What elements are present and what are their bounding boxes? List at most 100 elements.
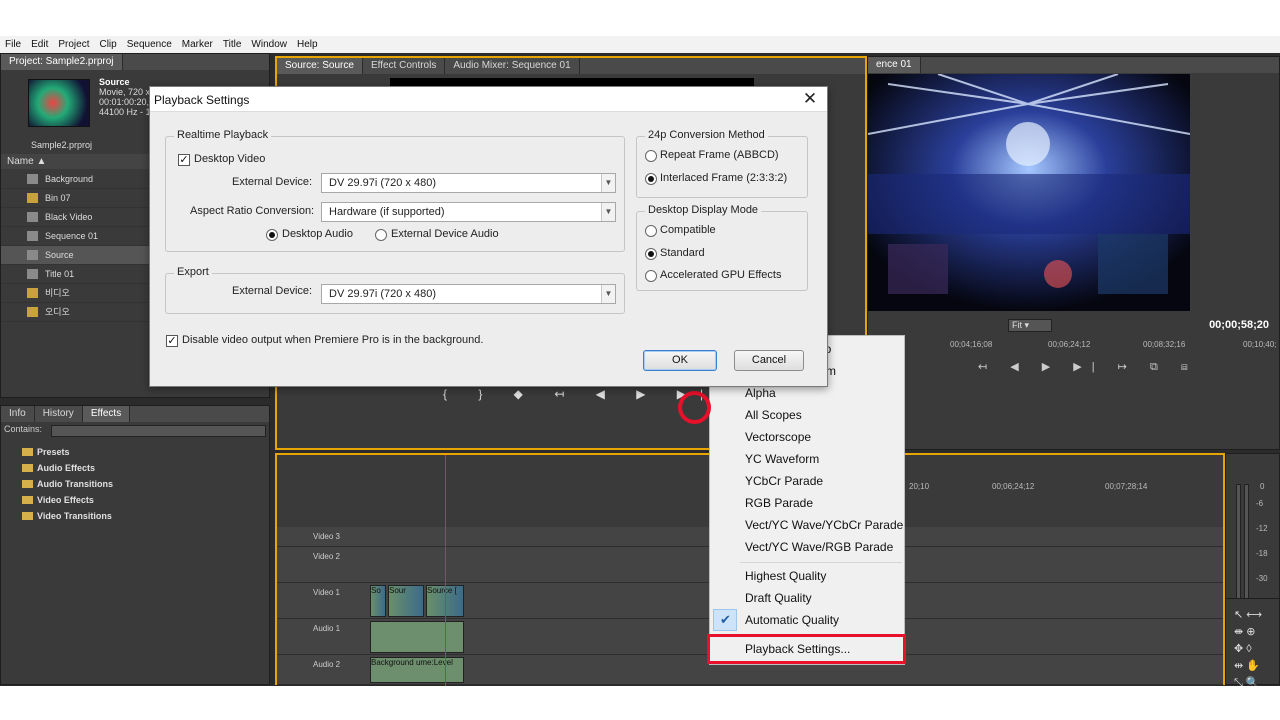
video-icon bbox=[27, 212, 38, 222]
playhead[interactable] bbox=[445, 455, 446, 687]
menu-item-vect-rgb[interactable]: Vect/YC Wave/RGB Parade bbox=[710, 536, 904, 558]
name-header-label: Name bbox=[7, 156, 34, 167]
standard-radio[interactable] bbox=[645, 248, 657, 260]
menu-window[interactable]: Window bbox=[246, 39, 292, 50]
chevron-down-icon: ▼ bbox=[601, 203, 615, 221]
effects-folder-label: Audio Effects bbox=[37, 463, 96, 473]
external-device-audio-radio[interactable] bbox=[375, 229, 387, 241]
project-tabbar: Project: Sample2.prproj bbox=[1, 54, 269, 70]
menu-item-label: Vect/YC Wave/YCbCr Parade bbox=[745, 518, 904, 532]
select-value: DV 29.97i (720 x 480) bbox=[329, 177, 437, 189]
zoom-fit-select[interactable]: Fit ▾ bbox=[1008, 319, 1052, 332]
effects-folder[interactable]: Video Transitions bbox=[1, 508, 269, 524]
tab-source[interactable]: Source: Source bbox=[277, 58, 363, 74]
standard-label: Standard bbox=[660, 247, 705, 259]
close-icon[interactable]: ✕ bbox=[801, 90, 819, 108]
desktop-video-checkbox[interactable]: ✓ bbox=[178, 154, 190, 166]
clip-info-line: Movie, 720 x bbox=[99, 87, 151, 97]
program-transport-controls[interactable]: ↤ ◀ ▶ ▶| ↦ ⧉ ⧈ bbox=[978, 360, 1198, 374]
effects-panel: Info History Effects Contains: Presets A… bbox=[0, 405, 270, 685]
export-device-select[interactable]: DV 29.97i (720 x 480) ▼ bbox=[321, 284, 616, 304]
meter-scale-label: -12 bbox=[1256, 524, 1268, 533]
menu-item-label: Highest Quality bbox=[745, 569, 827, 583]
item-label: Title 01 bbox=[45, 269, 75, 279]
menu-item-ycbcr-parade[interactable]: YCbCr Parade bbox=[710, 470, 904, 492]
folder-icon bbox=[22, 512, 33, 520]
interlaced-frame-radio[interactable] bbox=[645, 173, 657, 185]
tab-info[interactable]: Info bbox=[1, 406, 35, 422]
tab-effect-controls[interactable]: Effect Controls bbox=[363, 58, 446, 74]
menu-item-automatic-quality[interactable]: ✔ Automatic Quality bbox=[710, 609, 904, 631]
folder-icon bbox=[22, 448, 33, 456]
effects-folder[interactable]: Audio Effects bbox=[1, 460, 269, 476]
contains-input[interactable] bbox=[51, 425, 266, 437]
menu-edit[interactable]: Edit bbox=[26, 39, 53, 50]
cancel-button[interactable]: Cancel bbox=[734, 350, 804, 371]
clip-label: Sour bbox=[389, 586, 406, 595]
menu-title[interactable]: Title bbox=[218, 39, 247, 50]
track-label: Audio 1 bbox=[313, 624, 341, 633]
aspect-ratio-select[interactable]: Hardware (if supported) ▼ bbox=[321, 202, 616, 222]
sequence-icon bbox=[27, 231, 38, 241]
menu-item-draft-quality[interactable]: Draft Quality bbox=[710, 587, 904, 609]
compatible-radio[interactable] bbox=[645, 225, 657, 237]
tab-audio-mixer[interactable]: Audio Mixer: Sequence 01 bbox=[445, 58, 580, 74]
timeline-clip[interactable]: Sour bbox=[388, 585, 424, 617]
disable-output-label: Disable video output when Premiere Pro i… bbox=[182, 334, 484, 346]
menu-item-all-scopes[interactable]: All Scopes bbox=[710, 404, 904, 426]
playback-settings-dialog: Playback Settings ✕ Realtime Playback ✓ … bbox=[149, 86, 828, 387]
tab-project[interactable]: Project: Sample2.prproj bbox=[1, 54, 123, 70]
menu-item-vect-ycbcr[interactable]: Vect/YC Wave/YCbCr Parade bbox=[710, 514, 904, 536]
program-ruler-tick: 00;08;32;16 bbox=[1143, 340, 1186, 349]
group-title: Desktop Display Mode bbox=[645, 204, 762, 216]
menu-help[interactable]: Help bbox=[292, 39, 323, 50]
program-timecode: 00;00;58;20 bbox=[1209, 319, 1269, 331]
interlaced-frame-label: Interlaced Frame (2:3:3:2) bbox=[660, 172, 788, 184]
clip-info-line: 00:01:00:20, bbox=[99, 97, 150, 107]
clip-info-line: 44100 Hz - 16 bbox=[99, 107, 156, 117]
item-label: 비디오 bbox=[45, 288, 70, 298]
timeline-audio-clip[interactable]: Background ume:Level bbox=[370, 657, 464, 683]
tab-history[interactable]: History bbox=[35, 406, 83, 422]
compatible-label: Compatible bbox=[660, 224, 716, 236]
menu-clip[interactable]: Clip bbox=[94, 39, 121, 50]
menu-item-label: Vect/YC Wave/RGB Parade bbox=[745, 540, 894, 554]
settings-button-highlight bbox=[678, 391, 711, 424]
menu-item-label: Vectorscope bbox=[745, 430, 812, 444]
external-device-select[interactable]: DV 29.97i (720 x 480) ▼ bbox=[321, 173, 616, 193]
menu-sequence[interactable]: Sequence bbox=[122, 39, 177, 50]
gpu-effects-radio[interactable] bbox=[645, 270, 657, 282]
disable-output-checkbox[interactable]: ✓ bbox=[166, 335, 178, 347]
menu-item-yc-waveform[interactable]: YC Waveform bbox=[710, 448, 904, 470]
chevron-down-icon: ▼ bbox=[601, 285, 615, 303]
item-label: 오디오 bbox=[45, 307, 70, 317]
timeline-clip[interactable]: So bbox=[370, 585, 386, 617]
repeat-frame-radio[interactable] bbox=[645, 150, 657, 162]
menu-marker[interactable]: Marker bbox=[177, 39, 218, 50]
menu-item-highest-quality[interactable]: Highest Quality bbox=[710, 565, 904, 587]
program-ruler-tick: 00;06;24;12 bbox=[1048, 340, 1091, 349]
program-video-image bbox=[868, 74, 1190, 311]
folder-icon bbox=[22, 464, 33, 472]
timeline-audio-clip[interactable] bbox=[370, 621, 464, 653]
menu-item-rgb-parade[interactable]: RGB Parade bbox=[710, 492, 904, 514]
menu-project[interactable]: Project bbox=[53, 39, 94, 50]
export-group: Export External Device: DV 29.97i (720 x… bbox=[165, 266, 625, 314]
ok-button[interactable]: OK bbox=[643, 350, 717, 371]
effects-folder[interactable]: Audio Transitions bbox=[1, 476, 269, 492]
realtime-playback-group: Realtime Playback ✓ Desktop Video Extern… bbox=[165, 129, 625, 252]
menu-file[interactable]: File bbox=[0, 39, 26, 50]
desktop-audio-radio[interactable] bbox=[266, 229, 278, 241]
tab-effects[interactable]: Effects bbox=[82, 406, 131, 422]
timeline-ruler-tick: 00;07;28;14 bbox=[1105, 482, 1148, 491]
menu-item-vectorscope[interactable]: Vectorscope bbox=[710, 426, 904, 448]
effects-list: Presets Audio Effects Audio Transitions … bbox=[1, 444, 269, 524]
effects-folder-label: Video Effects bbox=[37, 495, 94, 505]
clip-info: Source Movie, 720 x 00:01:00:20, 44100 H… bbox=[99, 77, 156, 117]
effects-folder[interactable]: Video Effects bbox=[1, 492, 269, 508]
conversion-method-group: 24p Conversion Method Repeat Frame (ABBC… bbox=[636, 129, 808, 198]
tool-buttons[interactable]: ↖ ⟷ ⇼ ⊕ ✥ ◊ ⇹ ✋ ⤡ 🔍 bbox=[1234, 607, 1274, 692]
tab-program[interactable]: ence 01 bbox=[868, 57, 921, 73]
effects-folder[interactable]: Presets bbox=[1, 444, 269, 460]
meter-scale-label: -30 bbox=[1256, 574, 1268, 583]
